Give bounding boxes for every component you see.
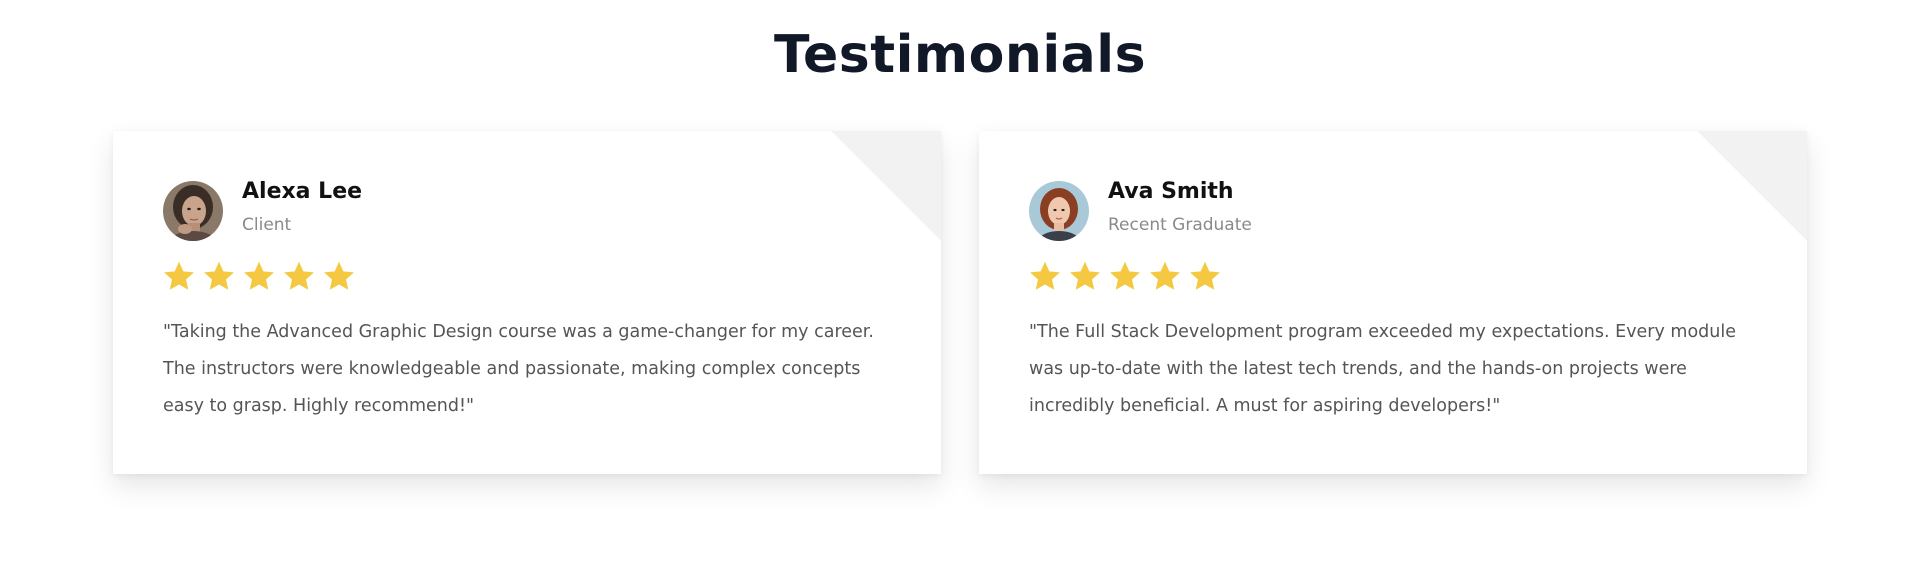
avatar <box>163 181 223 241</box>
star-icon <box>204 261 234 290</box>
testimonial-quote: "Taking the Advanced Graphic Design cour… <box>163 322 874 416</box>
testimonial-card: Alexa Lee Client "Taking the Advanced Gr… <box>113 131 941 474</box>
card-corner-decoration <box>1697 131 1807 241</box>
star-icon <box>244 261 274 290</box>
reviewer-role: Recent Graduate <box>1108 215 1252 235</box>
star-icon <box>1150 261 1180 290</box>
star-icon <box>1070 261 1100 290</box>
star-icon <box>324 261 354 290</box>
star-icon <box>164 261 194 290</box>
avatar <box>1029 181 1089 241</box>
reviewer-name: Ava Smith <box>1108 179 1234 204</box>
reviewer-name: Alexa Lee <box>242 179 363 204</box>
testimonial-card: Ava Smith Recent Graduate "The Full Stac… <box>979 131 1807 474</box>
star-icon <box>1030 261 1060 290</box>
testimonials-section: Testimonials Alexa Lee Client "Taking th… <box>0 0 1920 583</box>
star-icon <box>1190 261 1220 290</box>
testimonial-quote: "The Full Stack Development program exce… <box>1029 322 1737 416</box>
section-title: Testimonials <box>773 25 1147 85</box>
reviewer-role: Client <box>242 215 292 235</box>
star-icon <box>1110 261 1140 290</box>
avatar-photo-icon <box>1029 181 1089 241</box>
star-rating <box>161 258 357 294</box>
avatar-photo-icon <box>163 181 223 241</box>
star-icon <box>284 261 314 290</box>
card-corner-decoration <box>831 131 941 241</box>
star-rating <box>1027 258 1223 294</box>
